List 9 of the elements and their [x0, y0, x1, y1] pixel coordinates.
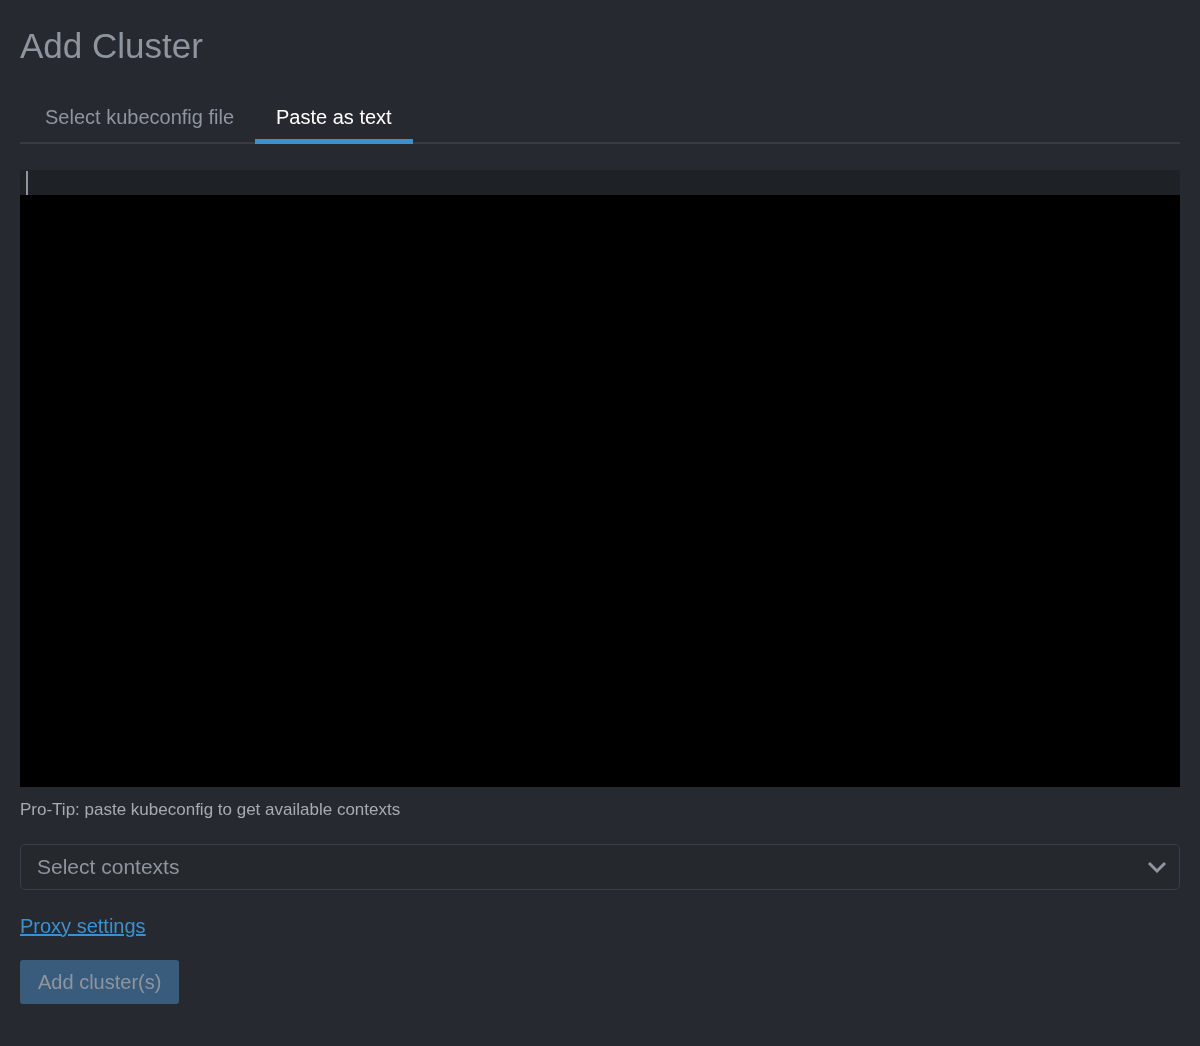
tip-text: Pro-Tip: paste kubeconfig to get available contexts [20, 800, 402, 820]
chevron-down-icon [1147, 861, 1167, 873]
tab[interactable]: Select kubeconfig file [24, 106, 255, 144]
page-title: Add Cluster [20, 25, 204, 67]
text-editor[interactable] [20, 170, 1180, 787]
context-select[interactable]: Select contexts [20, 844, 1180, 890]
proxy-settings-link[interactable]: Proxy settings [20, 915, 146, 938]
tab[interactable]: Paste as text [255, 106, 413, 144]
text-cursor [26, 170, 28, 195]
